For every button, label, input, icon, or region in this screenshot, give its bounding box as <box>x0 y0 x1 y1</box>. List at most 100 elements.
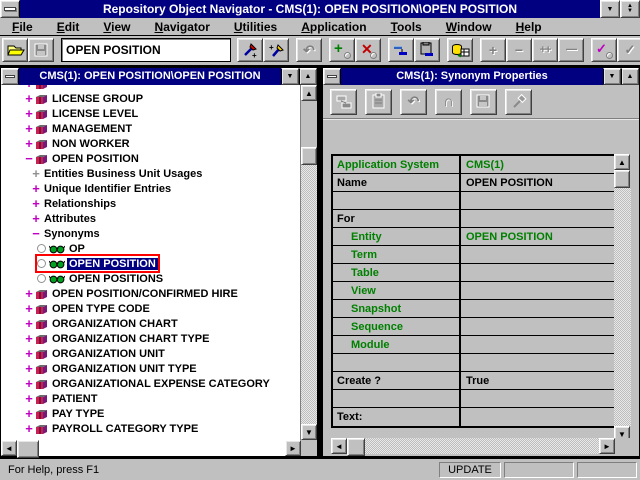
tree-item-attributes[interactable]: +Attributes <box>1 211 300 226</box>
requery-table-button[interactable] <box>447 38 473 62</box>
expand-expander-icon[interactable]: + <box>30 212 42 225</box>
property-value[interactable]: CMS(1) <box>461 156 614 173</box>
navigator-minimize-button[interactable]: ▼ <box>281 68 299 85</box>
tree-item-organization-unit-type[interactable]: +ORGANIZATION UNIT TYPE <box>1 361 300 376</box>
expand-expander-icon[interactable]: + <box>23 122 35 135</box>
tree-horizontal-scrollbar[interactable]: ◄ ► <box>1 440 317 456</box>
property-value[interactable]: True <box>461 372 614 389</box>
expand-expander-icon[interactable]: + <box>30 197 42 210</box>
delete-button[interactable]: ✕ <box>355 38 381 62</box>
tree-item-organization-chart[interactable]: +ORGANIZATION CHART <box>1 316 300 331</box>
menu-application[interactable]: Application <box>293 20 374 34</box>
scroll-left-button[interactable]: ◄ <box>331 438 347 454</box>
property-value[interactable] <box>461 318 614 335</box>
scroll-down-button[interactable]: ▼ <box>301 424 317 440</box>
tree-item-open-position-confirmed-hire[interactable]: +OPEN POSITION/CONFIRMED HIRE <box>1 286 300 301</box>
scroll-up-button[interactable]: ▲ <box>614 154 630 170</box>
menu-tools[interactable]: Tools <box>383 20 430 34</box>
scroll-track[interactable] <box>365 438 599 454</box>
mark-check-button[interactable]: ✓ <box>591 38 617 62</box>
property-value[interactable] <box>461 282 614 299</box>
tree-item-payroll-category-type[interactable]: +PAYROLL CATEGORY TYPE <box>1 421 300 436</box>
tree-item-op[interactable]: OP <box>1 241 300 256</box>
expand-expander-icon[interactable]: + <box>23 317 35 330</box>
revert-button[interactable]: ∩ <box>435 89 462 115</box>
scroll-thumb[interactable] <box>614 170 630 188</box>
minimize-button[interactable]: ▼ <box>600 0 620 18</box>
property-value[interactable] <box>461 408 614 426</box>
tree-item-entities-business-unit-usages[interactable]: +Entities Business Unit Usages <box>1 166 300 181</box>
select-brush-add-button[interactable]: + <box>263 38 289 62</box>
tree-item-non-worker[interactable]: +NON WORKER <box>1 136 300 151</box>
tree-item-open-type-code[interactable]: +OPEN TYPE CODE <box>1 301 300 316</box>
scroll-up-button[interactable]: ▲ <box>301 85 317 101</box>
tree-item-pay-type[interactable]: +PAY TYPE <box>1 406 300 421</box>
properties-vertical-scrollbar[interactable]: ▲ ▼ <box>614 154 631 442</box>
collapse-expander-icon[interactable]: − <box>23 152 35 165</box>
property-value[interactable] <box>461 192 614 209</box>
tree-item-open-position[interactable]: −OPEN POSITION <box>1 151 300 166</box>
tree-item-relationships[interactable]: +Relationships <box>1 196 300 211</box>
expand-expander-icon[interactable]: + <box>23 302 35 315</box>
property-value[interactable]: OPEN POSITION <box>461 174 614 191</box>
expand-expander-icon[interactable]: + <box>23 92 35 105</box>
expand-expander-icon[interactable]: + <box>23 85 35 90</box>
menu-utilities[interactable]: Utilities <box>226 20 285 34</box>
property-value[interactable] <box>461 390 614 407</box>
object-name-input[interactable] <box>61 38 231 62</box>
expand-expander-icon[interactable]: + <box>23 107 35 120</box>
tree-item-organization-unit[interactable]: +ORGANIZATION UNIT <box>1 346 300 361</box>
menu-view[interactable]: View <box>95 20 138 34</box>
properties-system-menu-button[interactable] <box>323 68 341 85</box>
property-value[interactable] <box>461 354 614 371</box>
clipboard-button[interactable] <box>365 89 392 115</box>
scroll-left-button[interactable]: ◄ <box>1 440 17 456</box>
expand-expander-icon[interactable]: + <box>23 287 35 300</box>
property-value[interactable] <box>461 336 614 353</box>
menu-help[interactable]: Help <box>508 20 550 34</box>
scroll-track[interactable] <box>301 165 317 424</box>
expand-expander-icon[interactable]: + <box>23 377 35 390</box>
open-button[interactable] <box>2 38 28 62</box>
scroll-track[interactable] <box>39 440 285 456</box>
scroll-track[interactable] <box>614 188 631 426</box>
expand-expander-icon[interactable]: + <box>23 392 35 405</box>
create-button[interactable]: + <box>329 38 355 62</box>
properties-horizontal-scrollbar[interactable]: ◄ ► <box>331 438 631 454</box>
tree-item-synonyms[interactable]: −Synonyms <box>1 226 300 241</box>
expand-expander-icon[interactable]: + <box>23 422 35 435</box>
property-value[interactable] <box>461 300 614 317</box>
collapse-button[interactable]: − <box>506 38 532 62</box>
navigator-maximize-button[interactable]: ▲ <box>299 68 317 85</box>
scroll-thumb[interactable] <box>347 438 365 456</box>
menu-edit[interactable]: Edit <box>49 20 88 34</box>
collapse-all-button[interactable]: −− <box>558 38 584 62</box>
pin-button[interactable] <box>505 89 532 115</box>
tree-item-organization-chart-type[interactable]: +ORGANIZATION CHART TYPE <box>1 331 300 346</box>
tree-vertical-scrollbar[interactable]: ▲ ▼ <box>301 85 317 440</box>
scroll-right-button[interactable]: ► <box>285 440 301 456</box>
menu-window[interactable]: Window <box>438 20 500 34</box>
tree-item-open-position[interactable]: OPEN POSITION <box>1 256 300 271</box>
property-value[interactable] <box>461 246 614 263</box>
paste-properties-button[interactable] <box>414 38 440 62</box>
scroll-thumb[interactable] <box>17 440 39 458</box>
tree-item-patient[interactable]: +PATIENT <box>1 391 300 406</box>
undo-button[interactable]: ↶ <box>400 89 427 115</box>
system-menu-button[interactable] <box>0 0 20 18</box>
property-value[interactable] <box>461 264 614 281</box>
tree-item-license-level[interactable]: +LICENSE LEVEL <box>1 106 300 121</box>
properties-minimize-button[interactable]: ▼ <box>603 68 621 85</box>
tree-item-organizational-expense-category[interactable]: +ORGANIZATIONAL EXPENSE CATEGORY <box>1 376 300 391</box>
copy-object-button[interactable] <box>330 89 357 115</box>
unmark-check-button[interactable]: ✓ <box>617 38 640 62</box>
expand-expander-icon[interactable]: + <box>23 347 35 360</box>
expand-expander-icon[interactable]: + <box>23 137 35 150</box>
expand-expander-icon[interactable]: + <box>23 362 35 375</box>
copy-properties-button[interactable] <box>388 38 414 62</box>
select-brush-button[interactable]: + <box>237 38 263 62</box>
properties-maximize-button[interactable]: ▲ <box>621 68 639 85</box>
expand-expander-icon[interactable]: + <box>23 407 35 420</box>
save-button[interactable] <box>28 38 54 62</box>
scroll-thumb[interactable] <box>301 147 317 165</box>
